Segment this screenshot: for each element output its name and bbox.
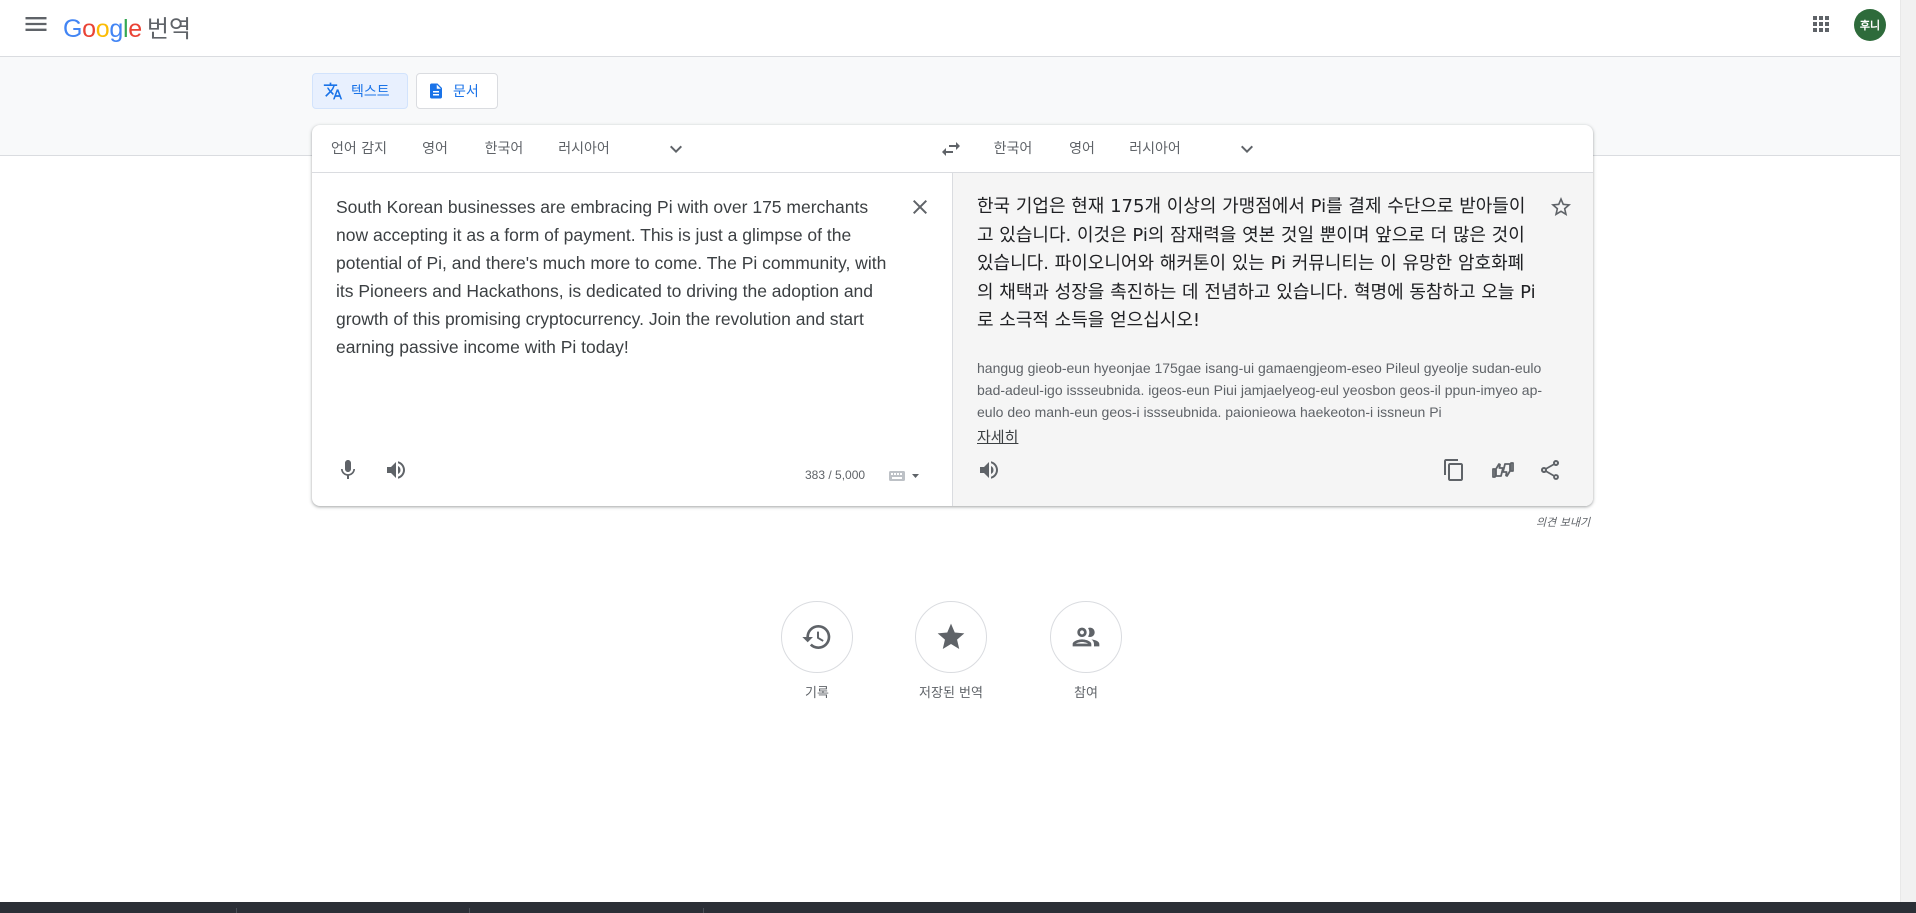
chevron-down-icon <box>1241 145 1253 153</box>
show-more-link[interactable]: 자세히 <box>977 426 1018 447</box>
history-icon <box>802 625 831 649</box>
menu-icon <box>25 17 47 31</box>
chevron-down-icon <box>670 145 682 153</box>
document-mode-label: 문서 <box>453 84 479 100</box>
target-lang-russian[interactable]: 러시아어 <box>1112 125 1198 173</box>
saved-label: 저장된 번역 <box>919 686 983 701</box>
share-icon <box>1541 459 1560 480</box>
source-lang-russian[interactable]: 러시아어 <box>541 125 627 173</box>
translate-card: 언어 감지 영어 한국어 러시아어 한국어 영어 러시아어 South Kore… <box>312 125 1593 506</box>
logo-letter: G <box>63 15 83 43</box>
keyboard-icon <box>889 471 919 481</box>
main-menu-button[interactable] <box>22 10 50 38</box>
os-taskbar <box>0 902 1916 913</box>
swap-icon <box>942 142 960 156</box>
people-icon <box>1072 627 1100 647</box>
account-avatar[interactable]: 후니 <box>1854 9 1886 41</box>
clear-source-button[interactable] <box>908 195 932 219</box>
contribute-label: 참여 <box>1074 686 1098 701</box>
source-lang-english[interactable]: 영어 <box>405 125 465 173</box>
logo-suffix: 번역 <box>146 15 192 43</box>
apps-grid-icon <box>1813 16 1829 32</box>
swap-languages-button[interactable] <box>939 137 963 161</box>
romanization-text: hangug gieob-eun hyeonjae 175gae isang-u… <box>977 360 1543 420</box>
history-circle <box>781 601 853 673</box>
source-lang-more-button[interactable] <box>664 137 688 161</box>
translated-text: 한국 기업은 현재 175개 이상의 가맹점에서 Pi를 결제 수단으로 받아들… <box>977 196 1536 331</box>
mic-icon <box>341 460 355 479</box>
text-mode-label: 텍스트 <box>351 84 390 100</box>
listen-source-button[interactable] <box>384 458 408 482</box>
contribute-button[interactable]: 참여 <box>1050 601 1122 701</box>
character-counter: 383 / 5,000 <box>805 468 866 482</box>
star-icon <box>937 623 965 649</box>
history-label: 기록 <box>805 686 829 701</box>
taskbar-divider <box>236 908 237 913</box>
logo-letter: e <box>128 15 142 43</box>
app-header: Google 번역 후니 <box>0 0 1900 57</box>
copy-translation-button[interactable] <box>1442 458 1466 482</box>
document-icon <box>430 83 442 99</box>
share-translation-button[interactable] <box>1538 458 1562 482</box>
language-bar: 언어 감지 영어 한국어 러시아어 한국어 영어 러시아어 <box>312 125 1593 173</box>
star-icon <box>1551 197 1571 216</box>
input-tools-button[interactable] <box>888 468 920 484</box>
google-apps-button[interactable] <box>1809 12 1833 36</box>
taskbar-divider <box>469 908 470 913</box>
rate-translation-button[interactable] <box>1490 458 1514 482</box>
target-lang-korean[interactable]: 한국어 <box>976 125 1050 173</box>
save-translation-button[interactable] <box>1549 195 1573 219</box>
source-lang-korean[interactable]: 한국어 <box>467 125 541 173</box>
saved-circle <box>915 601 987 673</box>
target-lang-more-button[interactable] <box>1235 137 1259 161</box>
history-button[interactable]: 기록 <box>781 601 853 701</box>
target-pane: 한국 기업은 현재 175개 이상의 가맹점에서 Pi를 결제 수단으로 받아들… <box>952 173 1593 506</box>
source-lang-detect[interactable]: 언어 감지 <box>312 125 406 173</box>
logo-letter: o <box>82 15 96 43</box>
thumbs-icon <box>1492 462 1514 478</box>
contribute-circle <box>1050 601 1122 673</box>
source-pane: South Korean businesses are embracing Pi… <box>312 173 952 506</box>
google-logo-word: Google <box>63 15 142 44</box>
source-text-input[interactable]: South Korean businesses are embracing Pi… <box>336 193 896 361</box>
logo-letter: g <box>109 15 123 43</box>
voice-input-button[interactable] <box>336 458 360 482</box>
target-lang-english[interactable]: 영어 <box>1052 125 1112 173</box>
document-mode-button[interactable]: 문서 <box>416 73 498 109</box>
google-translate-logo[interactable]: Google 번역 <box>63 9 191 44</box>
copy-icon <box>1444 459 1463 481</box>
text-mode-button[interactable]: 텍스트 <box>312 73 408 109</box>
send-feedback-link[interactable]: 의견 보내기 <box>1536 514 1590 530</box>
page-scrollbar[interactable] <box>1900 0 1916 902</box>
logo-letter: o <box>95 15 110 43</box>
taskbar-divider <box>703 908 704 913</box>
speaker-icon <box>387 461 405 479</box>
translate-icon <box>323 82 343 100</box>
close-icon <box>913 200 927 214</box>
listen-translation-button[interactable] <box>977 458 1001 482</box>
speaker-icon <box>980 461 998 479</box>
saved-translations-button[interactable]: 저장된 번역 <box>896 601 1006 701</box>
